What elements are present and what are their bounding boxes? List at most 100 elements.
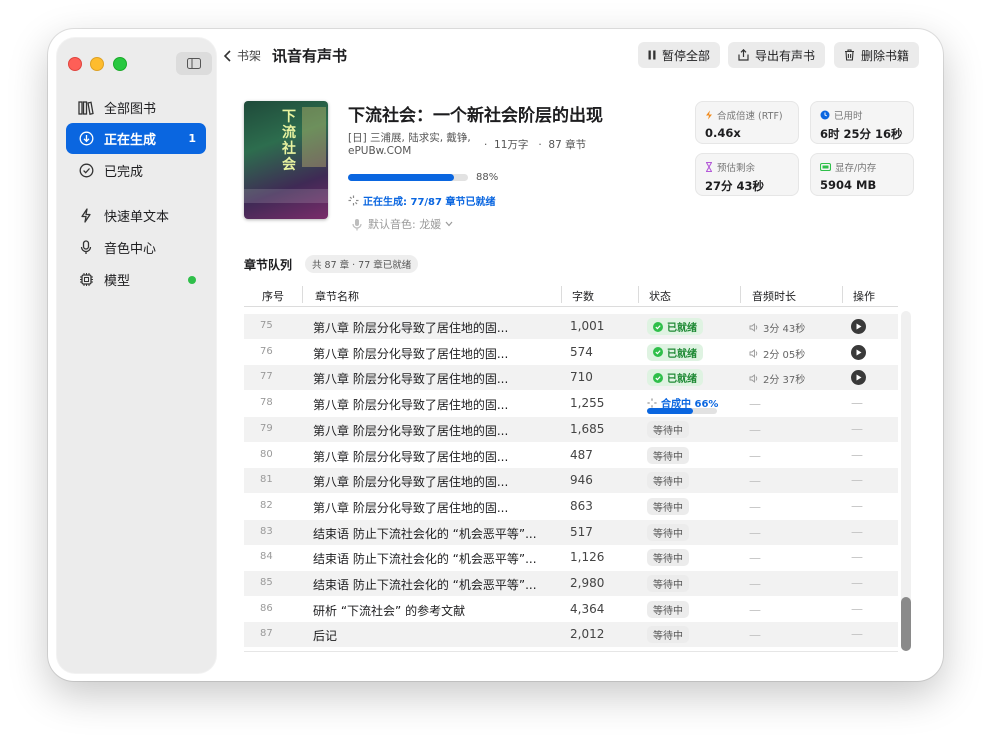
chevron-left-icon	[223, 49, 231, 62]
word-count: 710	[570, 370, 593, 385]
check-circle-icon	[653, 347, 663, 358]
column-header-name[interactable]: 章节名称	[315, 288, 359, 304]
word-count: 2,980	[570, 576, 605, 590]
sidebar-item-generating[interactable]: 正在生成 1	[66, 123, 206, 154]
column-header-words[interactable]: 字数	[572, 288, 594, 304]
chapter-name: 第八章 阶层分化导致了居住地的固...	[313, 321, 509, 335]
table-row[interactable]: 78 第八章 阶层分化导致了居住地的固... 1,255 合成中 66% — —	[244, 391, 898, 416]
share-icon	[738, 49, 749, 61]
status-badge: 等待中	[647, 497, 689, 515]
zoom-window-button[interactable]	[113, 57, 127, 71]
table-row[interactable]: 85 结束语 防止下流社会化的 “机会恶平等”... 2,980 等待中 — —	[244, 571, 898, 596]
table-row[interactable]: 81 第八章 阶层分化导致了居住地的固... 946 等待中 — —	[244, 468, 898, 494]
column-header-actions[interactable]: 操作	[853, 288, 875, 304]
sidebar: 全部图书 正在生成 1 已完成 快速单文本 音色中心 模型	[57, 38, 216, 673]
generation-status: 正在生成: 77/87 章节已就绪	[348, 193, 495, 208]
chapter-progress-fill	[647, 408, 694, 415]
row-index: 83	[260, 525, 273, 537]
stat-memory: 显存/内存 5904 MB	[810, 153, 914, 196]
status-progress: 合成中 66%	[647, 395, 719, 417]
book-cover: 下流社会	[244, 101, 328, 219]
table-row[interactable]: 82 第八章 阶层分化导致了居住地的固... 863 等待中 — —	[244, 494, 898, 519]
memory-icon	[820, 163, 831, 171]
play-button[interactable]	[851, 344, 866, 360]
chapter-list[interactable]: 75 第八章 阶层分化导致了居住地的固... 1,001 已就绪 3分 43秒 76 第八章…	[244, 314, 898, 653]
table-row[interactable]: 83 结束语 防止下流社会化的 “机会恶平等”... 517 等待中 — —	[244, 519, 898, 545]
sidebar-item-quick-text[interactable]: 快速单文本	[66, 200, 206, 231]
column-header-duration[interactable]: 音频时长	[752, 288, 796, 304]
close-window-button[interactable]	[68, 57, 82, 71]
no-action: —	[851, 576, 863, 590]
spinner-icon	[647, 398, 657, 408]
row-index: 81	[260, 474, 273, 486]
minimize-window-button[interactable]	[90, 57, 104, 71]
play-icon	[856, 323, 861, 330]
row-index: 77	[260, 371, 273, 383]
sidebar-item-completed[interactable]: 已完成	[66, 155, 206, 186]
stat-remaining: 预估剩余 27分 43秒	[695, 153, 799, 196]
table-row[interactable]: 76 第八章 阶层分化导致了居住地的固... 574 已就绪 2分 05秒	[244, 340, 898, 365]
voice-selector[interactable]: 默认音色: 龙媛	[352, 216, 453, 232]
status-badge: 已就绪	[647, 369, 703, 387]
sidebar-item-label: 音色中心	[104, 242, 157, 257]
word-count: 574	[570, 344, 593, 359]
column-header-index[interactable]: 序号	[262, 288, 284, 304]
sidebar-item-label: 模型	[104, 274, 131, 289]
row-index: 78	[260, 397, 273, 409]
chapter-name: 研析 “下流社会” 的参考文献	[313, 603, 466, 618]
table-row[interactable]: 75 第八章 阶层分化导致了居住地的固... 1,001 已就绪 3分 43秒	[244, 314, 898, 339]
chapter-name: 后记	[313, 629, 338, 644]
status-label: 等待中	[653, 502, 683, 514]
status-badge: 等待中	[647, 446, 689, 464]
word-count: 1,255	[570, 396, 605, 411]
word-count: 517	[570, 524, 593, 539]
sidebar-item-voice-center[interactable]: 音色中心	[66, 232, 206, 263]
chapter-name: 第八章 阶层分化导致了居住地的固...	[313, 449, 509, 464]
chapter-progress-bar	[647, 408, 717, 415]
table-row[interactable]: 79 第八章 阶层分化导致了居住地的固... 1,685 等待中 — —	[244, 416, 898, 442]
duration-text: —	[749, 577, 761, 591]
no-action: —	[851, 524, 863, 539]
table-row[interactable]: 80 第八章 阶层分化导致了居住地的固... 487 等待中 — —	[244, 443, 898, 468]
stat-rtf: 合成倍速 (RTF) 0.46x	[695, 101, 799, 144]
word-count: 863	[570, 498, 593, 513]
word-count: 2,012	[570, 627, 605, 642]
chapter-name: 第八章 阶层分化导致了居住地的固...	[313, 500, 509, 515]
duration-text: —	[749, 499, 761, 514]
duration-text: —	[749, 551, 761, 566]
status-label: 等待中	[653, 451, 683, 463]
app-window: 全部图书 正在生成 1 已完成 快速单文本 音色中心 模型 书架 讯音有声书 暂…	[48, 29, 943, 681]
status-badge: 已就绪	[647, 343, 703, 361]
voice-label: 默认音色: 龙媛	[368, 218, 442, 231]
table-row[interactable]: 77 第八章 阶层分化导致了居住地的固... 710 已就绪 2分 37秒	[244, 365, 898, 391]
pause-all-button[interactable]: 暂停全部	[638, 42, 721, 68]
stat-label: 合成倍速 (RTF)	[717, 111, 783, 122]
play-button[interactable]	[851, 370, 866, 386]
sidebar-toggle-button[interactable]	[176, 52, 212, 75]
duration-text: 3分 43秒	[763, 324, 806, 335]
export-button[interactable]: 导出有声书	[728, 42, 826, 68]
table-row[interactable]: 86 研析 “下流社会” 的参考文献 4,364 等待中 — —	[244, 597, 898, 622]
table-row[interactable]: 84 结束语 防止下流社会化的 “机会恶平等”... 1,126 等待中 — —	[244, 545, 898, 570]
scrollbar[interactable]	[901, 311, 911, 651]
row-index: 86	[260, 602, 273, 614]
back-button[interactable]: 书架	[223, 47, 261, 64]
word-count: 487	[570, 447, 593, 462]
pause-all-label: 暂停全部	[662, 48, 711, 63]
stat-value: 6时 25分 16秒	[820, 127, 903, 141]
status-label: 等待中	[653, 605, 683, 617]
sidebar-item-model[interactable]: 模型	[66, 264, 206, 295]
table-header: 序号 章节名称 字数 状态 音频时长 操作	[244, 282, 898, 307]
pause-icon	[648, 50, 656, 60]
row-index: 80	[260, 448, 273, 460]
delete-book-button[interactable]: 删除书籍	[834, 42, 920, 68]
no-action: —	[851, 627, 863, 642]
column-header-status[interactable]: 状态	[649, 288, 671, 304]
sidebar-item-all-books[interactable]: 全部图书	[66, 92, 206, 123]
table-row[interactable]: 87 后记 2,012 等待中 — —	[244, 622, 898, 648]
back-label: 书架	[237, 49, 262, 63]
status-badge: 等待中	[647, 549, 689, 567]
count-badge: 1	[188, 132, 196, 145]
play-button[interactable]	[851, 319, 866, 334]
scrollbar-thumb[interactable]	[901, 597, 911, 651]
